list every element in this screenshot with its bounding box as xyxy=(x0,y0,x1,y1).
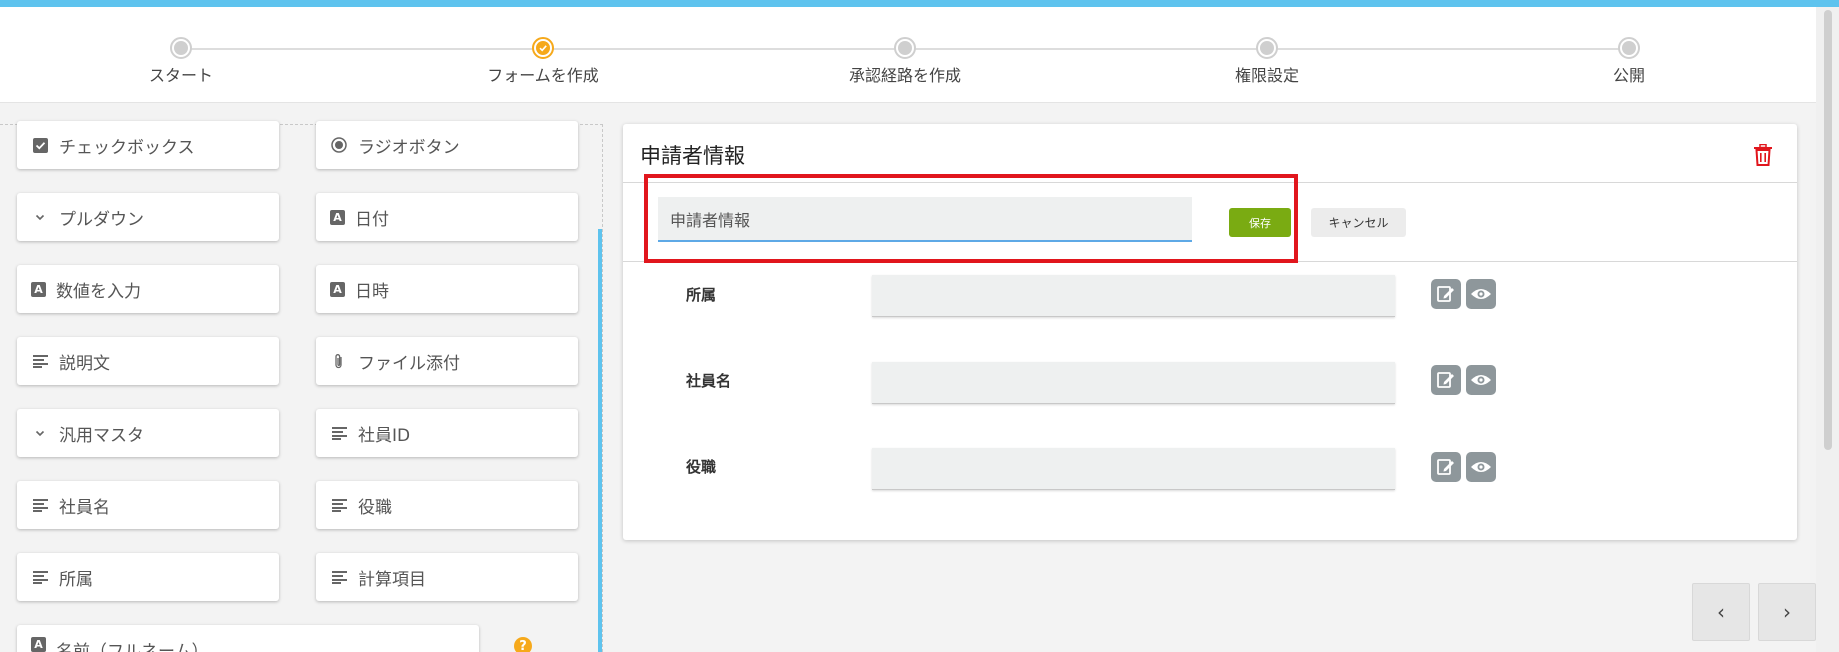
palette-item-calculation[interactable]: 計算項目 xyxy=(316,553,578,601)
eye-icon[interactable] xyxy=(1466,365,1496,395)
palette-item-department[interactable]: 所属 xyxy=(17,553,279,601)
field-label-position: 役職 xyxy=(686,458,717,476)
palette-item-employee-id[interactable]: 社員ID xyxy=(316,409,578,457)
field-label-department: 所属 xyxy=(686,286,717,304)
palette-item-employee-name[interactable]: 社員名 xyxy=(17,481,279,529)
checkbox-icon xyxy=(31,136,49,154)
palette-item-full-name[interactable]: A 名前（フルネーム） xyxy=(17,625,479,652)
palette-item-datetime[interactable]: A 日時 xyxy=(316,265,578,313)
eye-icon[interactable] xyxy=(1466,279,1496,309)
step-circle xyxy=(1256,37,1278,59)
step-label: スタート xyxy=(148,66,213,85)
text-field-icon: A xyxy=(31,281,46,297)
prev-button[interactable]: ‹ xyxy=(1692,583,1750,641)
palette-item-checkbox[interactable]: チェックボックス xyxy=(17,121,279,169)
palette-item-label: 役職 xyxy=(358,497,392,518)
paragraph-icon xyxy=(31,568,49,586)
palette-item-number[interactable]: A 数値を入力 xyxy=(17,265,279,313)
palette-item-label: 説明文 xyxy=(59,353,110,374)
palette-item-label: ファイル添付 xyxy=(358,353,460,374)
palette-item-label: 名前（フルネーム） xyxy=(56,642,209,652)
edit-icon[interactable] xyxy=(1431,452,1461,482)
chevron-right-icon: › xyxy=(1783,600,1791,624)
palette-item-label: ラジオボタン xyxy=(358,137,460,158)
palette-item-label: チェックボックス xyxy=(59,137,195,158)
palette-item-label: 社員名 xyxy=(59,497,110,518)
step-label: 権限設定 xyxy=(1234,66,1299,85)
field-input-position[interactable] xyxy=(872,448,1395,490)
radio-icon xyxy=(330,136,348,154)
palette-item-master[interactable]: 汎用マスタ xyxy=(17,409,279,457)
step-permissions[interactable]: 権限設定 xyxy=(1177,37,1357,86)
chevron-down-icon xyxy=(31,208,49,226)
section-title: 申請者情報 xyxy=(640,144,745,168)
paragraph-icon xyxy=(330,568,348,586)
text-field-icon: A xyxy=(31,637,46,652)
field-label-employee-name: 社員名 xyxy=(686,372,732,390)
check-icon xyxy=(532,37,554,59)
palette-scroll-indicator[interactable] xyxy=(598,229,602,652)
step-circle xyxy=(170,37,192,59)
field-input-employee-name[interactable] xyxy=(872,362,1395,404)
paragraph-icon xyxy=(330,424,348,442)
cancel-button[interactable]: キャンセル xyxy=(1311,208,1406,237)
eye-icon[interactable] xyxy=(1466,452,1496,482)
palette-item-file-attach[interactable]: ファイル添付 xyxy=(316,337,578,385)
palette-item-label: 社員ID xyxy=(358,425,411,446)
palette-item-label: 所属 xyxy=(59,569,93,590)
step-circle xyxy=(1618,37,1640,59)
text-field-icon: A xyxy=(330,209,345,225)
palette-item-label: 日付 xyxy=(355,209,389,230)
paragraph-icon xyxy=(330,496,348,514)
trash-icon[interactable] xyxy=(1753,143,1773,170)
edit-icon[interactable] xyxy=(1431,365,1461,395)
chevron-down-icon xyxy=(31,424,49,442)
paragraph-icon xyxy=(31,352,49,370)
step-label: 公開 xyxy=(1612,66,1645,85)
palette-item-label: 計算項目 xyxy=(358,569,426,590)
progress-stepper: スタート フォームを作成 承認経路を作成 権限設定 公開 xyxy=(0,7,1816,103)
step-create-form[interactable]: フォームを作成 xyxy=(453,37,633,86)
palette-item-position[interactable]: 役職 xyxy=(316,481,578,529)
palette-item-label: 汎用マスタ xyxy=(59,425,144,446)
next-button[interactable]: › xyxy=(1758,583,1816,641)
annotation-highlight-box xyxy=(644,174,1298,263)
paragraph-icon xyxy=(31,496,49,514)
step-circle xyxy=(894,37,916,59)
step-start[interactable]: スタート xyxy=(91,37,271,86)
edit-icon[interactable] xyxy=(1431,279,1461,309)
palette-item-label: 日時 xyxy=(355,281,389,302)
help-icon[interactable]: ? xyxy=(514,637,532,652)
step-create-approval-route[interactable]: 承認経路を作成 xyxy=(815,37,995,86)
step-label: フォームを作成 xyxy=(487,66,599,85)
palette-item-radio[interactable]: ラジオボタン xyxy=(316,121,578,169)
step-publish[interactable]: 公開 xyxy=(1539,37,1719,86)
field-input-department[interactable] xyxy=(872,275,1395,317)
paperclip-icon xyxy=(330,352,348,370)
step-label: 承認経路を作成 xyxy=(848,66,961,85)
palette-item-label: プルダウン xyxy=(59,209,144,230)
palette-item-date[interactable]: A 日付 xyxy=(316,193,578,241)
chevron-left-icon: ‹ xyxy=(1717,600,1725,624)
palette-item-label: 数値を入力 xyxy=(56,281,141,302)
page-scrollbar-thumb[interactable] xyxy=(1824,10,1832,450)
text-field-icon: A xyxy=(330,281,345,297)
top-accent-bar xyxy=(0,0,1839,7)
palette-item-dropdown[interactable]: プルダウン xyxy=(17,193,279,241)
palette-item-description[interactable]: 説明文 xyxy=(17,337,279,385)
